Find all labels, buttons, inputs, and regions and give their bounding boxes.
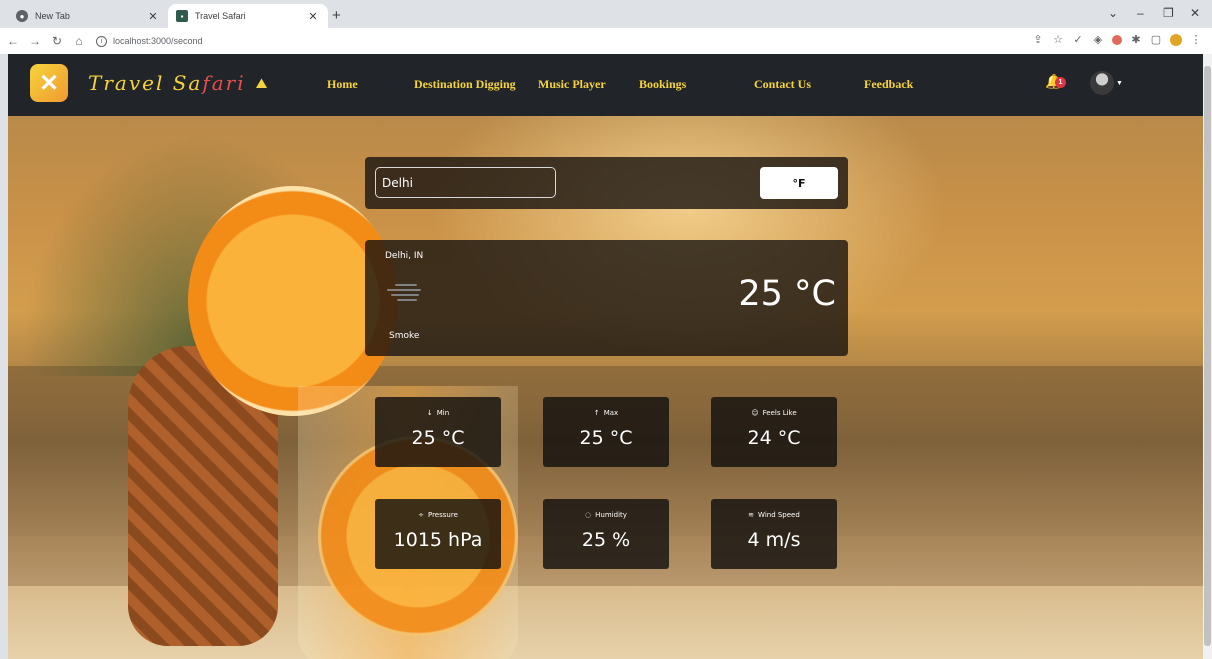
stat-card-max: ↑ Max 25 °C <box>543 397 669 467</box>
forward-arrow-icon[interactable]: → <box>26 34 44 48</box>
location-label: Delhi, IN <box>385 251 424 261</box>
stat-label: Humidity <box>595 511 627 519</box>
back-arrow-icon[interactable]: ← <box>4 34 22 48</box>
tab-title: New Tab <box>35 11 70 21</box>
menu-icon[interactable]: ⋮ <box>1190 33 1202 46</box>
droplet-icon: ◌ <box>585 511 592 519</box>
page-scrollbar[interactable] <box>1203 54 1212 659</box>
stat-label: Min <box>436 409 450 417</box>
site-favicon-icon: ▪ <box>176 10 188 22</box>
chrome-icon: ● <box>16 10 28 22</box>
pressure-icon: ÷ <box>418 511 424 519</box>
tab-new-tab[interactable]: ● New Tab ✕ <box>8 4 168 28</box>
stat-value: 25 % <box>581 529 631 551</box>
weather-condition: Smoke <box>389 331 420 341</box>
avatar[interactable] <box>1090 71 1114 95</box>
weather-hero: °F Delhi, IN Smoke 25 °C ↓Min 25 °C ↑Max… <box>8 116 1203 659</box>
stat-card-min: ↓ Min 25 °C <box>375 397 501 467</box>
close-icon[interactable]: ✕ <box>306 10 320 23</box>
page-viewport: ✕ Travel Safari ⛰ Home Destination Diggi… <box>8 54 1203 659</box>
window-close-icon[interactable]: ✕ <box>1190 6 1200 20</box>
profile-icon[interactable] <box>1170 33 1182 46</box>
nav-link-music-player[interactable]: Music Player <box>538 77 606 92</box>
stat-value: 1015 hPa <box>393 529 483 551</box>
search-panel: °F <box>365 157 848 209</box>
city-search-input[interactable] <box>375 167 556 198</box>
share-icon[interactable]: ⇪ <box>1032 33 1044 46</box>
puzzle-icon[interactable]: ✱ <box>1130 33 1142 46</box>
stat-card-humidity: ◌ Humidity 25 % <box>543 499 669 569</box>
stat-card-pressure: ÷ Pressure 1015 hPa <box>375 499 501 569</box>
brand[interactable]: ✕ Travel Safari ⛰ <box>30 64 267 102</box>
tab-title: Travel Safari <box>195 11 246 21</box>
extension-red-icon[interactable] <box>1112 34 1122 45</box>
arrow-up-icon: ↑ <box>593 409 600 417</box>
browser-tab-strip: ● New Tab ✕ ▪ Travel Safari ✕ + ⌄ – ❐ ✕ <box>0 0 1212 28</box>
current-weather-panel: Delhi, IN Smoke 25 °C <box>365 240 848 356</box>
info-icon[interactable]: i <box>96 35 107 47</box>
url-field[interactable]: i localhost:3000/second <box>96 31 203 51</box>
new-tab-plus-icon[interactable]: + <box>332 7 341 24</box>
brand-name-part1: Travel Sa <box>88 71 203 95</box>
stat-value: 25 °C <box>579 427 633 449</box>
nav-link-destination-digging[interactable]: Destination Digging <box>414 77 516 92</box>
unit-toggle-button[interactable]: °F <box>760 167 838 199</box>
url-text: localhost:3000/second <box>113 36 203 46</box>
smile-icon: ☺ <box>751 409 759 417</box>
landscape-icon: ⛰ <box>255 74 268 91</box>
minimize-icon[interactable]: – <box>1137 6 1144 20</box>
home-icon[interactable]: ⌂ <box>70 34 88 48</box>
site-navbar: ✕ Travel Safari ⛰ Home Destination Diggi… <box>8 54 1203 116</box>
brand-name-part2: fari <box>202 71 246 95</box>
checkmark-icon[interactable]: ✓ <box>1072 33 1084 46</box>
stat-value: 4 m/s <box>747 529 801 551</box>
extension-toolbar: ⇪ ☆ ✓ ◈ ✱ ▢ ⋮ <box>1032 33 1202 46</box>
sidepanel-icon[interactable]: ▢ <box>1150 33 1162 46</box>
nav-link-bookings[interactable]: Bookings <box>639 77 686 92</box>
stat-label: Feels Like <box>762 409 797 417</box>
scrollbar-thumb[interactable] <box>1204 66 1211 646</box>
notification-badge: 1 <box>1055 77 1066 88</box>
arrow-down-icon: ↓ <box>426 409 433 417</box>
smoke-icon <box>387 284 423 310</box>
tab-travel-safari[interactable]: ▪ Travel Safari ✕ <box>168 4 328 28</box>
caret-down-icon[interactable]: ▼ <box>1116 80 1123 87</box>
close-icon[interactable]: ✕ <box>146 10 160 23</box>
reload-icon[interactable]: ↻ <box>48 34 66 48</box>
current-temperature: 25 °C <box>738 274 836 314</box>
stat-label: Pressure <box>427 511 458 519</box>
stat-card-feels-like: ☺ Feels Like 24 °C <box>711 397 837 467</box>
restore-icon[interactable]: ❐ <box>1163 6 1174 20</box>
address-bar: ← → ↻ ⌂ i localhost:3000/second ⇪ ☆ ✓ ◈ … <box>0 28 1212 54</box>
nav-link-contact-us[interactable]: Contact Us <box>754 77 811 92</box>
chevron-down-icon[interactable]: ⌄ <box>1108 6 1118 20</box>
nav-link-home[interactable]: Home <box>327 77 358 92</box>
stat-value: 24 °C <box>747 427 801 449</box>
stat-label: Max <box>603 409 619 417</box>
extension-icon[interactable]: ◈ <box>1092 33 1104 46</box>
stat-label: Wind Speed <box>758 511 800 519</box>
brand-name: Travel Safari <box>88 71 246 95</box>
nav-link-feedback[interactable]: Feedback <box>864 77 913 92</box>
travel-logo-icon: ✕ <box>30 64 68 102</box>
wind-icon: ≋ <box>748 511 755 519</box>
stat-value: 25 °C <box>411 427 465 449</box>
star-icon[interactable]: ☆ <box>1052 33 1064 46</box>
stat-card-wind-speed: ≋ Wind Speed 4 m/s <box>711 499 837 569</box>
